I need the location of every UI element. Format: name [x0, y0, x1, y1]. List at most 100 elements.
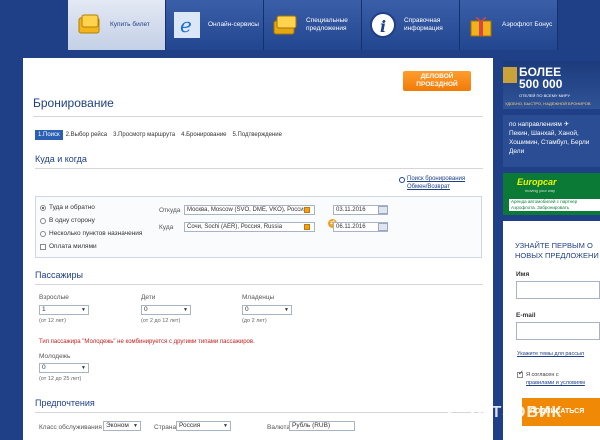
top-navigation: Купить билет e Онлайн-сервисы Специальны… — [68, 0, 600, 50]
youth-hint: (от 12 до 25 лет) — [39, 376, 82, 382]
watermark-text: ОТЗОВИК — [478, 404, 563, 421]
nav-tab-label: Онлайн-сервисы — [208, 21, 259, 28]
nav-tab-buy-ticket[interactable]: Купить билет — [68, 0, 166, 50]
pay-with-miles[interactable]: Оплата милями — [40, 243, 97, 250]
currency-select[interactable]: Рубль (RUB) — [289, 421, 355, 431]
page-title: Бронирование — [33, 96, 114, 110]
routes-heading-text: по направлениям — [509, 121, 562, 128]
business-pass-button[interactable]: ДЕЛОВОЙ ПРОЕЗДНОЙ — [403, 71, 471, 91]
hotels-promo-banner[interactable]: БОЛЕЕ 500 000 ОТЕЛЕЙ ПО ВСЕМУ МИРУ УДОБН… — [503, 61, 600, 109]
promo-tagline: УДОБНО, БЫСТРО, НАДЕЖНОЙ БРОНИРОВ — [505, 101, 591, 106]
email-label: E-mail — [516, 312, 536, 319]
adults-select[interactable]: 1 ▼ — [39, 305, 89, 315]
infants-label: Младенцы — [242, 294, 275, 301]
divider — [33, 116, 483, 117]
trip-type-oneway[interactable]: В одну сторону — [40, 217, 95, 224]
routes-heading: по направлениям ✈ — [509, 120, 594, 129]
chevron-down-icon: ▼ — [81, 307, 86, 313]
checkbox[interactable] — [40, 243, 46, 250]
email-input[interactable] — [516, 322, 600, 340]
chevron-down-icon: ▼ — [183, 307, 188, 313]
agree-text: Я согласен с — [526, 372, 559, 378]
booking-steps: 1.Поиск 2.Выбор рейса 3.Просмотр маршрут… — [35, 130, 285, 140]
agree-row[interactable]: ✓ Я согласен с правилами и условиям — [517, 370, 585, 387]
adults-label: Взрослые — [39, 294, 69, 301]
select-value: Рубль (RUB) — [292, 422, 331, 429]
class-select[interactable]: Эконом ▼ — [103, 421, 141, 431]
routes-banner[interactable]: по направлениям ✈ Пекин, Шанхай, Ханой, … — [503, 115, 600, 167]
autocomplete-marker-icon — [304, 207, 310, 213]
svg-text:i: i — [380, 17, 386, 36]
children-hint: (от 2 до 12 лет) — [141, 318, 181, 324]
youth-label: Молодежь — [39, 353, 71, 360]
plane-icon: ✈ — [563, 121, 570, 128]
browser-e-icon: e — [172, 10, 202, 40]
name-label: Имя — [516, 271, 530, 278]
chevron-down-icon: ▼ — [81, 365, 86, 371]
class-label: Класс обслуживания — [39, 424, 102, 431]
watermark-logo-icon — [448, 400, 474, 426]
gift-box-icon — [503, 67, 517, 83]
ticket-icon — [74, 10, 104, 40]
section-title-preferences: Предпочтения — [35, 398, 95, 408]
nav-tab-online-services[interactable]: e Онлайн-сервисы — [166, 0, 264, 50]
select-value: 0 — [245, 306, 249, 313]
to-label: Куда — [159, 224, 174, 231]
trip-type-roundtrip[interactable]: Туда и обратно — [40, 204, 95, 211]
search-booking-link[interactable]: Поиск бронирования Обмен/Возврат — [407, 175, 487, 191]
newsletter-title: УЗНАЙТЕ ПЕРВЫМ О НОВЫХ ПРЕДЛОЖЕНИ — [515, 241, 599, 261]
radio-button[interactable] — [40, 204, 46, 211]
nav-tab-special-offers[interactable]: Специальные предложения — [264, 0, 362, 50]
nav-tab-label: Аэрофлот Бонус — [502, 21, 553, 28]
promo-sub: ОТЕЛЕЙ ПО ВСЕМУ МИРУ — [519, 93, 571, 98]
newsletter-title-line-2: НОВЫХ ПРЕДЛОЖЕНИ — [515, 251, 599, 260]
step-search[interactable]: 1.Поиск — [35, 130, 63, 140]
radio-button[interactable] — [40, 217, 46, 224]
agree-label: Я согласен с правилами и условиям — [526, 371, 585, 387]
select-value: Россия — [179, 422, 201, 429]
sidebar: БОЛЕЕ 500 000 ОТЕЛЕЙ ПО ВСЕМУ МИРУ УДОБН… — [503, 58, 600, 440]
chevron-down-icon: ▼ — [223, 423, 228, 429]
section-title-passengers: Пассажиры — [35, 270, 84, 280]
europcar-tagline: moving your way — [525, 188, 556, 193]
nav-tab-aeroflot-bonus[interactable]: Аэрофлот Бонус — [460, 0, 558, 50]
section-title-route: Куда и когда — [35, 154, 87, 164]
nav-tab-reference-info[interactable]: i Справочная информация — [362, 0, 460, 50]
select-value: 0 — [42, 364, 46, 371]
radio-label: Туда и обратно — [49, 204, 95, 211]
topics-link[interactable]: Укажите темы для рассыл — [517, 351, 584, 357]
select-value: 1 — [42, 306, 46, 313]
promo-line-2: 500 000 — [519, 77, 563, 91]
trip-type-multicity[interactable]: Несколько пунктов назначения — [40, 230, 142, 237]
terms-link[interactable]: правилами и условиям — [526, 379, 585, 387]
tickets-stack-icon — [270, 10, 300, 40]
divider — [35, 284, 483, 285]
calendar-icon[interactable] — [378, 223, 388, 231]
name-input[interactable] — [516, 281, 600, 299]
europcar-logo: Europcar — [517, 177, 557, 187]
step-confirmation: 5.Подтверждение — [232, 132, 282, 138]
step-review-route: 3.Просмотр маршрута — [113, 132, 176, 138]
to-input[interactable]: Сочи, Sochi (AER), Россия, Russia — [184, 222, 315, 232]
country-label: Страна — [154, 424, 177, 431]
country-select[interactable]: Россия ▼ — [176, 421, 231, 431]
from-input[interactable]: Москва, Moscow (SVO, DME, VKO), Россия — [184, 205, 315, 215]
europcar-banner[interactable]: Europcar moving your way Аренда автомоби… — [503, 173, 600, 215]
infants-select[interactable]: 0 ▼ — [242, 305, 292, 315]
autocomplete-marker-icon — [304, 224, 310, 230]
svg-text:e: e — [180, 13, 192, 37]
booking-panel: ДЕЛОВОЙ ПРОЕЗДНОЙ Бронирование 1.Поиск 2… — [23, 58, 493, 440]
agree-checkbox[interactable]: ✓ — [517, 370, 524, 378]
calendar-icon[interactable] — [378, 206, 388, 214]
chevron-down-icon: ▼ — [133, 423, 138, 429]
routes-list: Пекин, Шанхай, Ханой, Хошимин, Стамбул, … — [509, 130, 590, 155]
youth-select[interactable]: 0 ▼ — [39, 363, 89, 373]
children-label: Дети — [141, 294, 156, 301]
currency-label: Валюта — [267, 424, 290, 431]
adults-hint: (от 12 лет) — [39, 318, 66, 324]
from-label: Откуда — [159, 207, 181, 214]
children-select[interactable]: 0 ▼ — [141, 305, 191, 315]
step-select-flight: 2.Выбор рейса — [65, 132, 108, 138]
radio-button[interactable] — [40, 230, 46, 237]
search-booking-icon — [399, 177, 405, 183]
